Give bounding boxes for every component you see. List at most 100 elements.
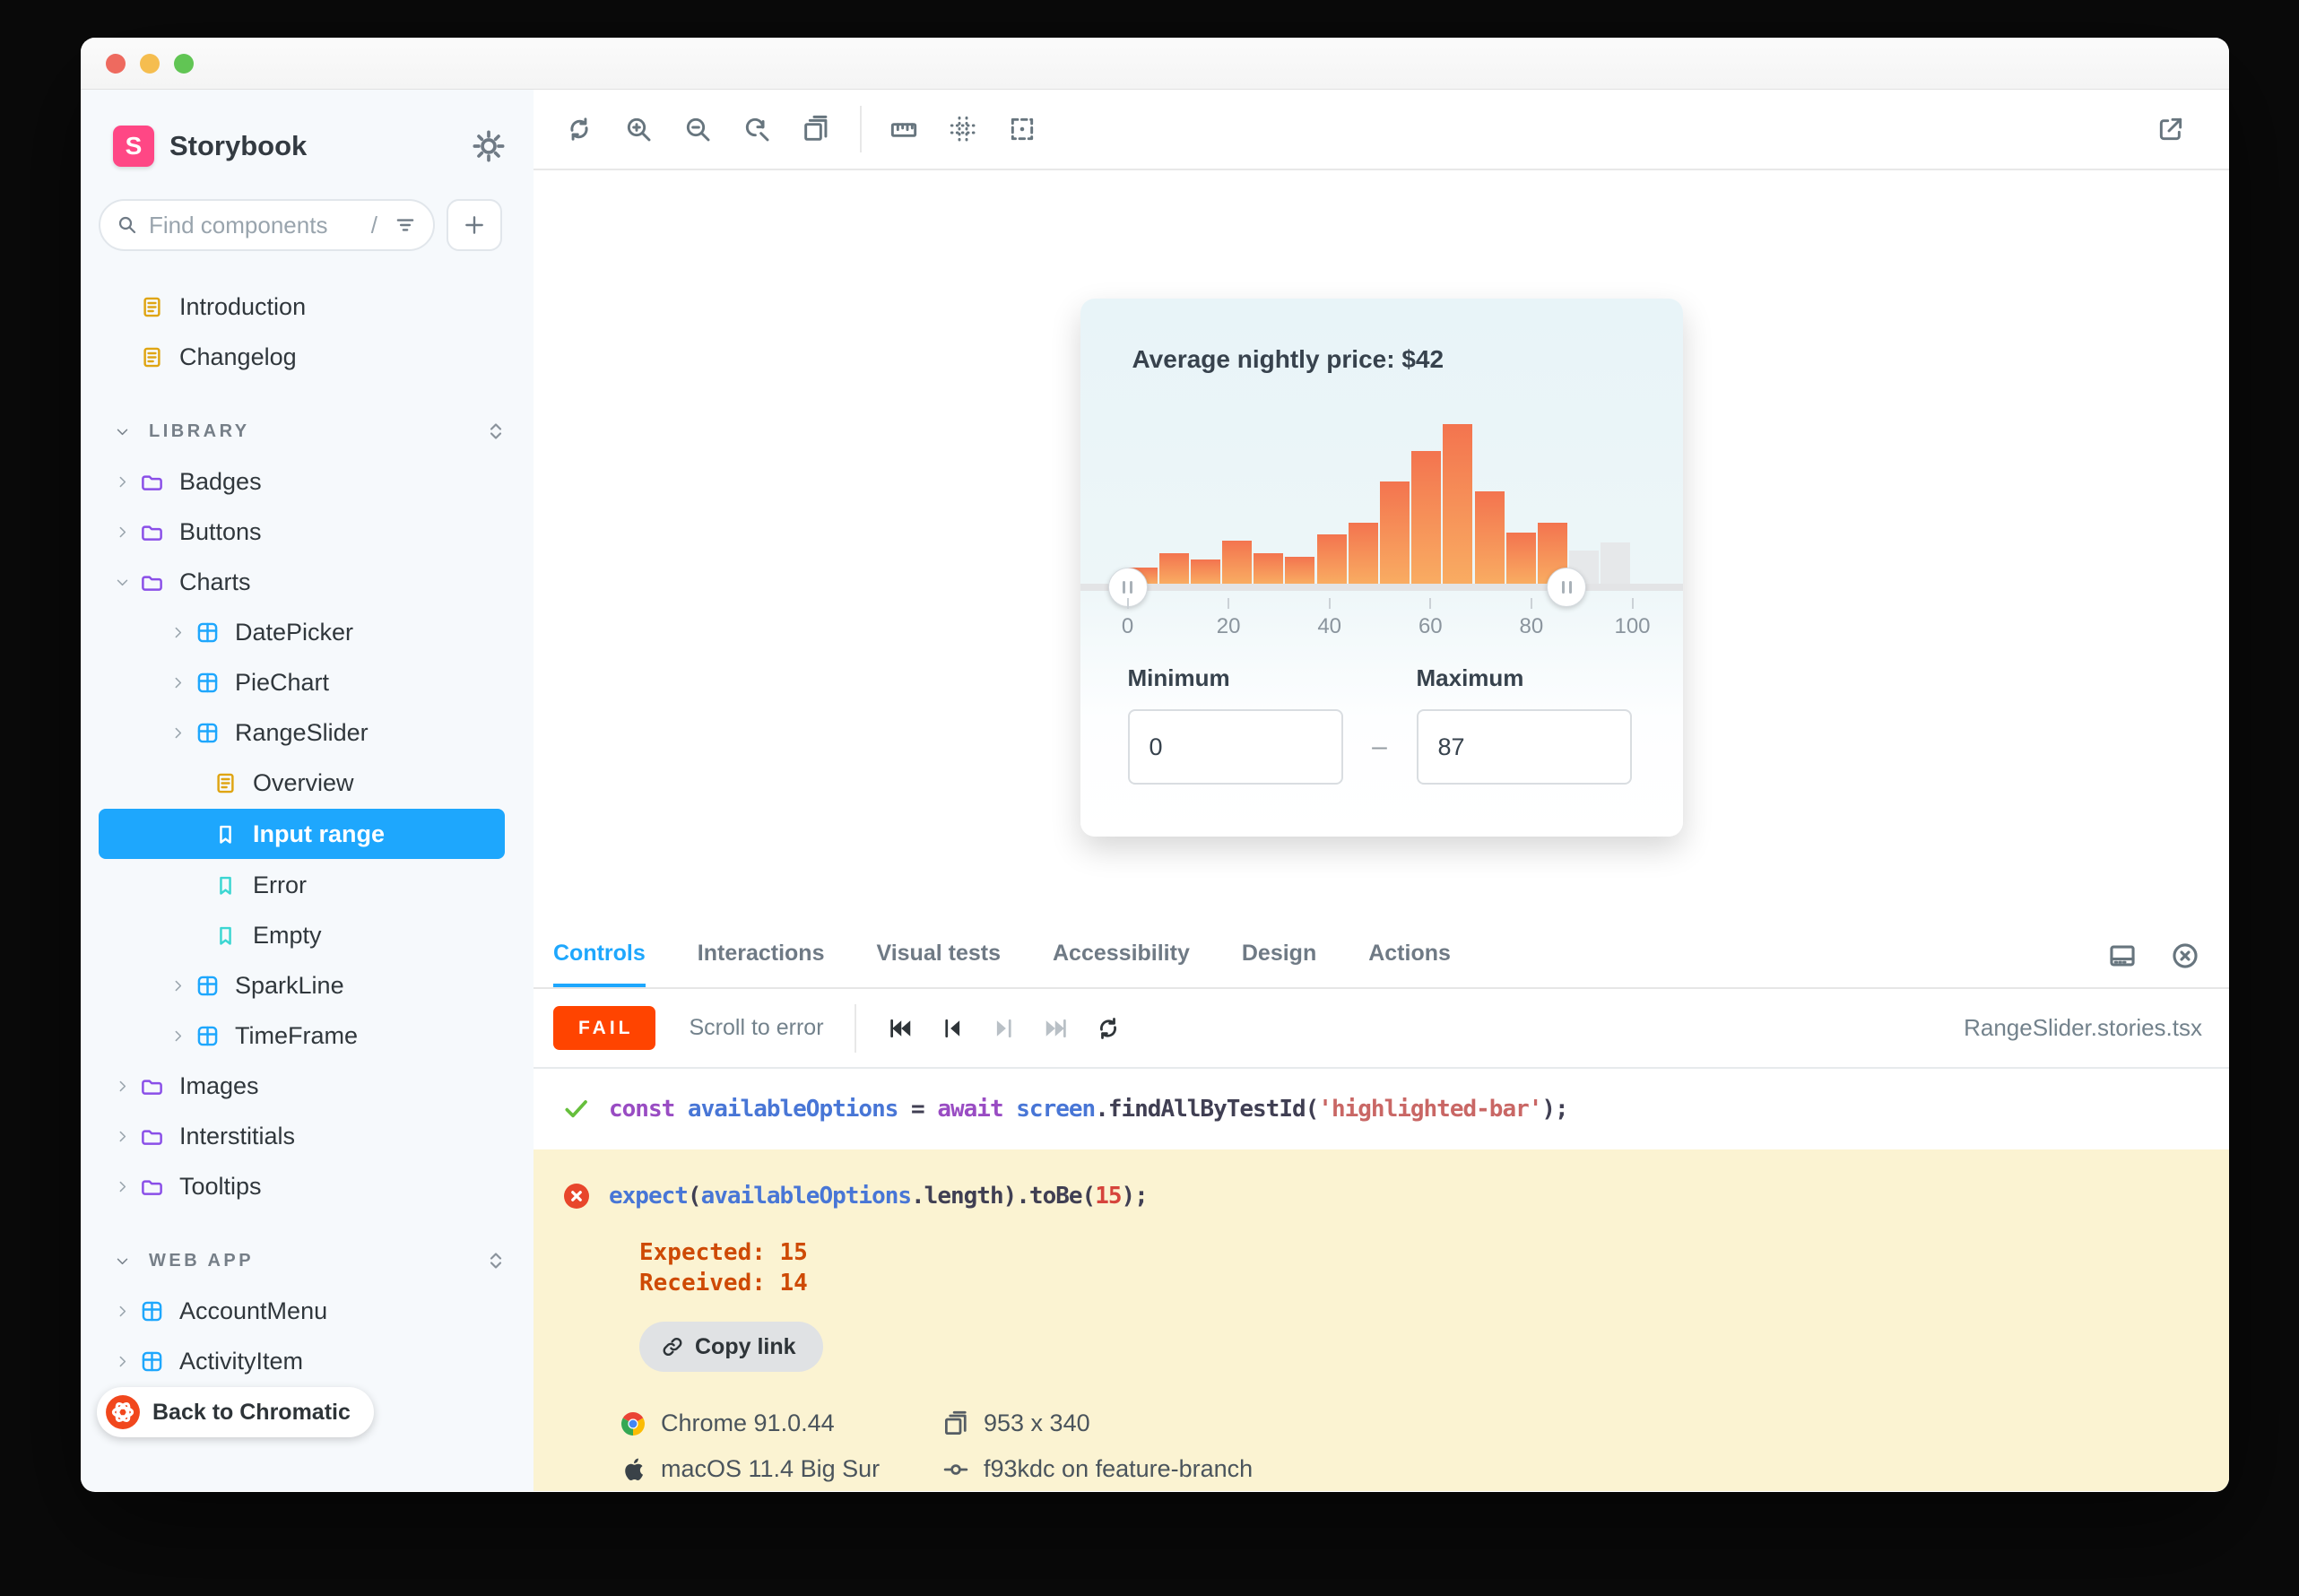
grid-icon[interactable] — [944, 110, 982, 148]
os-label: macOS 11.4 Big Sur — [661, 1455, 880, 1483]
maximum-input[interactable]: 87 — [1417, 709, 1632, 785]
go-to-start-icon[interactable] — [887, 1012, 919, 1045]
sidebar-item-timeframe[interactable]: TimeFrame — [81, 1011, 534, 1061]
filter-icon[interactable] — [394, 213, 417, 237]
collapse-all-icon[interactable] — [485, 1250, 507, 1271]
collapse-all-icon[interactable] — [485, 421, 507, 442]
minimize-window-button[interactable] — [140, 54, 160, 74]
search-input[interactable]: Find components / — [99, 199, 435, 251]
rerun-icon[interactable] — [1095, 1012, 1127, 1045]
viewport-size-icon — [942, 1410, 969, 1437]
folder-icon — [140, 470, 164, 494]
code-token: 15 — [1095, 1183, 1121, 1210]
sidebar-item-sparkline[interactable]: SparkLine — [81, 960, 534, 1011]
zoom-window-button[interactable] — [174, 54, 194, 74]
doc-icon — [140, 295, 164, 319]
tab-visual-tests[interactable]: Visual tests — [876, 924, 1001, 987]
histogram-bar — [1285, 557, 1314, 584]
sidebar-item-datepicker[interactable]: DatePicker — [81, 607, 534, 657]
code-token: screen — [1016, 1096, 1095, 1123]
tab-actions[interactable]: Actions — [1368, 924, 1451, 987]
section-header-web-app[interactable]: WEB APP — [81, 1236, 534, 1286]
chevron-right-icon — [170, 978, 186, 993]
tab-interactions[interactable]: Interactions — [698, 924, 825, 987]
reset-zoom-icon[interactable] — [738, 110, 776, 148]
sidebar-item-activityitem[interactable]: ActivityItem — [81, 1336, 534, 1386]
toolbar-separator — [860, 106, 862, 152]
tab-design[interactable]: Design — [1242, 924, 1316, 987]
minimum-input[interactable]: 0 — [1128, 709, 1343, 785]
tab-controls[interactable]: Controls — [553, 924, 646, 987]
axis-tick — [1228, 598, 1229, 609]
back-to-chromatic-label: Back to Chromatic — [152, 1400, 351, 1426]
panel-position-icon[interactable] — [2107, 940, 2139, 972]
error-x-icon — [562, 1182, 591, 1210]
go-to-end-icon[interactable] — [1043, 1012, 1075, 1045]
create-story-button[interactable] — [447, 199, 502, 251]
sidebar-item-tooltips[interactable]: Tooltips — [81, 1161, 534, 1211]
sidebar-item-label: Empty — [253, 922, 322, 950]
failed-step-row: expect(availableOptions.length).toBe(15)… — [562, 1182, 2229, 1210]
section-header-library[interactable]: LIBRARY — [81, 406, 534, 456]
axis-tick-label: 40 — [1317, 614, 1341, 639]
sidebar-item-input-range[interactable]: Input range — [99, 809, 505, 859]
chromatic-logo-icon — [105, 1394, 141, 1430]
sidebar-item-buttons[interactable]: Buttons — [81, 507, 534, 557]
component-icon — [140, 1299, 164, 1323]
sidebar-item-images[interactable]: Images — [81, 1061, 534, 1111]
slider-handle-max[interactable] — [1547, 568, 1586, 607]
back-to-chromatic-button[interactable]: Back to Chromatic — [97, 1387, 374, 1437]
sidebar-item-label: ActivityItem — [179, 1348, 303, 1375]
zoom-in-icon[interactable] — [620, 110, 657, 148]
copy-link-button[interactable]: Copy link — [639, 1322, 823, 1372]
zoom-out-icon[interactable] — [679, 110, 716, 148]
step-back-icon[interactable] — [939, 1012, 971, 1045]
folder-icon — [140, 1074, 164, 1098]
assertion-result: Expected: 15 Received: 14 — [639, 1237, 2229, 1298]
code-token: expect — [609, 1183, 688, 1210]
measure-icon[interactable] — [885, 110, 923, 148]
close-window-button[interactable] — [106, 54, 126, 74]
range-slider-card: Average nightly price: $42 Minimum Maxim… — [1080, 299, 1683, 837]
open-external-icon[interactable] — [2152, 110, 2190, 148]
app-body: S Storybook Find components / Introducti… — [81, 90, 2229, 1491]
axis-tick — [1429, 598, 1431, 609]
close-panel-icon[interactable] — [2170, 940, 2202, 972]
axis-tick-label: 0 — [1122, 614, 1133, 639]
sidebar-item-empty[interactable]: Empty — [81, 910, 534, 960]
doc-icon — [213, 771, 238, 795]
step-forward-icon[interactable] — [991, 1012, 1023, 1045]
folder-icon — [140, 1175, 164, 1199]
sidebar-item-rangeslider[interactable]: RangeSlider — [81, 707, 534, 758]
axis-tick — [1531, 598, 1532, 609]
sidebar-item-error[interactable]: Error — [81, 860, 534, 910]
scroll-to-error-link[interactable]: Scroll to error — [690, 1015, 824, 1041]
sidebar-item-accountmenu[interactable]: AccountMenu — [81, 1286, 534, 1336]
sidebar-item-label: Interstitials — [179, 1123, 295, 1150]
settings-gear-icon[interactable] — [471, 128, 507, 164]
fail-badge[interactable]: FAIL — [553, 1006, 655, 1050]
sidebar-item-badges[interactable]: Badges — [81, 456, 534, 507]
tab-accessibility[interactable]: Accessibility — [1053, 924, 1190, 987]
sidebar-item-interstitials[interactable]: Interstitials — [81, 1111, 534, 1161]
sidebar-item-piechart[interactable]: PieChart — [81, 657, 534, 707]
passed-step-row: const availableOptions = await screen.fi… — [534, 1069, 2229, 1149]
chevron-right-icon — [170, 1028, 186, 1044]
sidebar-item-introduction[interactable]: Introduction — [81, 282, 534, 332]
outline-icon[interactable] — [1003, 110, 1041, 148]
link-icon — [661, 1335, 684, 1358]
code-token: ); — [1541, 1096, 1567, 1123]
sidebar-item-charts[interactable]: Charts — [81, 557, 534, 607]
sidebar-item-label: Error — [253, 872, 307, 899]
bookmark-icon — [213, 924, 238, 948]
sidebar-item-label: AccountMenu — [179, 1297, 327, 1325]
os-info: macOS 11.4 Big Sur — [620, 1455, 942, 1483]
story-size-icon[interactable] — [797, 110, 835, 148]
remount-icon[interactable] — [560, 110, 598, 148]
viewport-info: 953 x 340 — [942, 1410, 1253, 1437]
sidebar-item-changelog[interactable]: Changelog — [81, 332, 534, 382]
slider-track[interactable] — [1080, 584, 1683, 591]
titlebar — [81, 38, 2229, 90]
sidebar-item-overview[interactable]: Overview — [81, 758, 534, 808]
histogram-bar — [1411, 451, 1441, 584]
